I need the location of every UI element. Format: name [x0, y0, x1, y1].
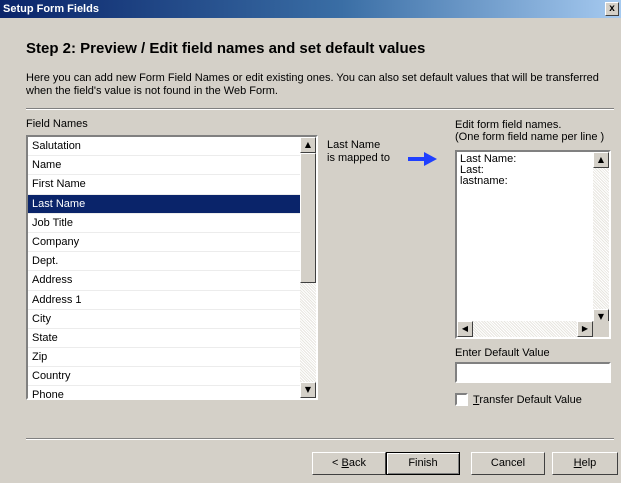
list-item[interactable]: Salutation: [28, 137, 300, 157]
mapped-to-text: is mapped to: [327, 152, 390, 164]
editor-line: lastname:: [460, 175, 508, 187]
close-icon: x: [609, 3, 615, 14]
field-names-label: Field Names: [26, 118, 88, 130]
list-item[interactable]: Dept.: [28, 252, 300, 272]
back-rest: ack: [348, 457, 366, 469]
close-button[interactable]: x: [605, 2, 619, 16]
list-item[interactable]: Job Title: [28, 214, 300, 233]
list-item[interactable]: Zip: [28, 348, 300, 368]
list-item[interactable]: State: [28, 329, 300, 349]
window-title: Setup Form Fields: [3, 3, 99, 15]
scroll-up-button[interactable]: ▲: [300, 137, 316, 153]
back-mnemonic: B: [341, 457, 349, 469]
list-item[interactable]: Address: [28, 271, 300, 291]
edit-names-label-2: (One form field name per line ): [455, 131, 605, 143]
list-item[interactable]: First Name: [28, 175, 300, 195]
transfer-default-checkbox[interactable]: [455, 393, 468, 406]
cancel-button[interactable]: Cancel: [471, 452, 545, 475]
transfer-default-label[interactable]: Transfer Default Value: [473, 394, 582, 406]
back-button[interactable]: < Back: [312, 452, 386, 475]
list-item[interactable]: Last Name: [28, 194, 300, 214]
bottom-divider: [26, 438, 614, 440]
field-names-list[interactable]: Salutation Name First Name Last Name Job Tit…: [26, 135, 318, 400]
mapped-field-name: Last Name: [327, 139, 381, 151]
top-divider: [26, 108, 614, 110]
scroll-down-icon: ▼: [597, 312, 605, 321]
editor-scroll-left-button[interactable]: ◀: [457, 321, 473, 337]
list-item[interactable]: Name: [28, 156, 300, 176]
transfer-rest: ransfer Default Value: [479, 394, 582, 406]
description-text: Here you can add new Form Field Names or…: [26, 72, 599, 97]
editor-vertical-scrollbar[interactable]: ▲ ▼: [593, 152, 609, 325]
scroll-up-icon: ▲: [597, 155, 605, 164]
scroll-thumb[interactable]: [300, 153, 316, 283]
help-mnemonic: H: [573, 457, 582, 469]
field-list-scrollbar[interactable]: ▲ ▼: [300, 137, 316, 398]
title-bar: Setup Form Fields x: [0, 0, 621, 18]
back-prefix: <: [332, 457, 342, 469]
list-item[interactable]: Address 1: [28, 291, 300, 310]
right-arrow-icon: [408, 152, 437, 166]
field-names-items: Salutation Name First Name Last Name Job Tit…: [28, 137, 300, 398]
list-item[interactable]: City: [28, 310, 300, 329]
field-names-editor[interactable]: Last Name: Last: lastname: ▲ ▼ ◀ ▶: [455, 150, 611, 339]
editor-lines: Last Name: Last: lastname:: [460, 154, 516, 187]
default-value-input[interactable]: [455, 362, 611, 383]
finish-button[interactable]: Finish: [386, 452, 460, 475]
default-value-label: Enter Default Value: [455, 347, 550, 359]
editor-scroll-right-button[interactable]: ▶: [577, 321, 593, 337]
help-button[interactable]: Help: [552, 452, 618, 475]
editor-horizontal-scrollbar[interactable]: ◀ ▶: [457, 321, 593, 337]
list-item[interactable]: Phone: [28, 386, 300, 398]
help-rest: elp: [581, 457, 597, 469]
scroll-left-icon: ◀: [461, 324, 469, 333]
editor-scroll-up-button[interactable]: ▲: [593, 152, 609, 168]
list-item[interactable]: Company: [28, 233, 300, 253]
scroll-down-button[interactable]: ▼: [300, 382, 316, 398]
scroll-right-icon: ▶: [581, 324, 589, 333]
scroll-corner: [593, 321, 609, 337]
step-title: Step 2: Preview / Edit field names and s…: [26, 40, 426, 57]
list-item[interactable]: Country: [28, 367, 300, 387]
scroll-up-icon: ▲: [304, 140, 312, 149]
edit-names-label-1: Edit form field names.: [455, 119, 562, 131]
scroll-down-icon: ▼: [304, 385, 312, 394]
